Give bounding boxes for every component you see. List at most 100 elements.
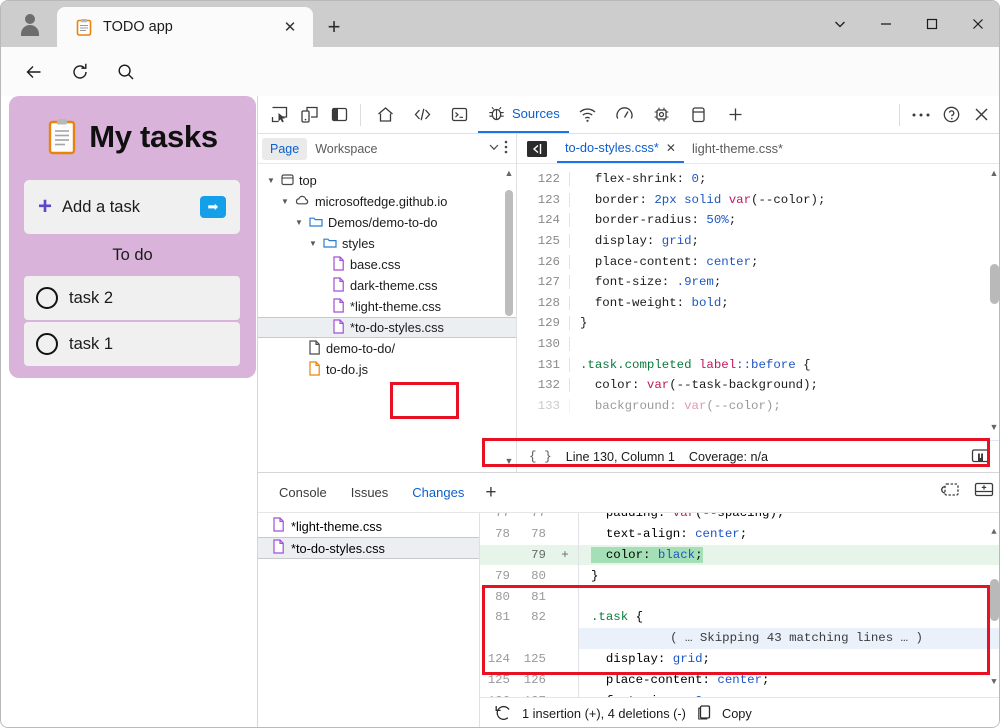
tree-node-label: base.css <box>350 257 401 272</box>
tree-node-folder-demos[interactable]: ▼ Demos/demo-to-do <box>258 212 516 233</box>
chevron-down-icon[interactable]: ▼ <box>280 197 290 206</box>
scrollbar-thumb[interactable] <box>505 190 513 316</box>
tab-sources-label: Sources <box>512 106 560 121</box>
minimize-icon[interactable] <box>863 1 909 47</box>
navigator-scrollbar[interactable]: ▲ ▼ <box>504 168 514 468</box>
tree-node-demo-to-do[interactable]: demo-to-do/ <box>258 338 516 359</box>
console-settings-icon[interactable] <box>940 481 960 503</box>
tab-close-icon[interactable]: ✕ <box>277 14 303 40</box>
list-item[interactable]: task 1 <box>24 322 240 366</box>
source-editor: to-do-styles.css* ✕ light-theme.css* 122… <box>517 134 1000 472</box>
dock-drawer-icon[interactable] <box>974 481 994 503</box>
new-tab-button[interactable]: + <box>319 13 349 41</box>
tree-node-folder-styles[interactable]: ▼ styles <box>258 233 516 254</box>
skipped-lines-label[interactable]: ( … Skipping 43 matching lines … ) <box>578 628 1000 649</box>
navigator-toggle-icon[interactable] <box>524 138 550 160</box>
copy-button-label[interactable]: Copy <box>722 706 752 721</box>
list-item[interactable]: *light-theme.css <box>258 515 479 537</box>
folder-icon <box>323 236 337 252</box>
task-checkbox-icon[interactable] <box>36 287 58 309</box>
tab-network[interactable] <box>569 96 606 133</box>
scrollbar-thumb[interactable] <box>990 264 999 304</box>
close-icon[interactable]: ✕ <box>666 141 676 155</box>
list-item[interactable]: task 2 <box>24 276 240 320</box>
editor-scrollbar[interactable]: ▲ ▼ <box>989 168 1000 436</box>
ellipsis-icon[interactable] <box>906 100 936 130</box>
code-text: flex-shrink: 0; <box>569 172 706 186</box>
file-tree: ▼ top ▼ microsoftedge.github.io ▼ <box>258 164 516 380</box>
scroll-down-icon[interactable]: ▼ <box>989 422 999 432</box>
close-icon[interactable] <box>966 100 996 130</box>
tree-node-to-do-styles-css[interactable]: *to-do-styles.css <box>258 317 516 338</box>
chevron-down-icon[interactable]: ▼ <box>266 176 276 185</box>
editor-tab-label: light-theme.css* <box>692 141 783 156</box>
tab-issues[interactable]: Issues <box>340 477 400 508</box>
device-toolbar-icon[interactable] <box>294 100 324 130</box>
css-file-icon <box>272 539 285 557</box>
dock-side-icon[interactable] <box>324 100 354 130</box>
scrollbar-thumb[interactable] <box>990 579 999 621</box>
scroll-down-icon[interactable]: ▼ <box>989 677 999 687</box>
diff-code: color: black; <box>578 545 1000 566</box>
chevron-down-icon[interactable]: ▼ <box>308 239 318 248</box>
content-area: My tasks + Add a task ➡ To do task 2 tas… <box>1 96 1000 728</box>
tab-home[interactable] <box>367 96 404 133</box>
diff-old-line: 79 <box>480 569 516 583</box>
nav-tab-page[interactable]: Page <box>262 138 307 160</box>
tree-node-to-do-js[interactable]: to-do.js <box>258 359 516 380</box>
reload-icon[interactable] <box>63 55 97 89</box>
task-checkbox-icon[interactable] <box>36 333 58 355</box>
tree-node-top[interactable]: ▼ top <box>258 170 516 191</box>
chevron-down-icon[interactable] <box>488 141 504 156</box>
pretty-print-icon[interactable]: { } <box>529 450 552 464</box>
source-map-icon[interactable] <box>971 447 990 467</box>
profile-button[interactable] <box>9 7 51 41</box>
tab-memory[interactable] <box>643 96 680 133</box>
editor-tab-to-do-styles[interactable]: to-do-styles.css* ✕ <box>557 134 684 163</box>
code-view[interactable]: 122 flex-shrink: 0; 123 border: 2px soli… <box>517 164 1000 440</box>
back-arrow-icon[interactable] <box>17 55 51 89</box>
help-icon[interactable] <box>936 100 966 130</box>
list-item[interactable]: *to-do-styles.css <box>258 537 479 559</box>
tab-sources[interactable]: Sources <box>478 96 569 133</box>
tree-node-base-css[interactable]: base.css <box>258 254 516 275</box>
tab-console[interactable]: Console <box>268 477 338 508</box>
tree-node-origin[interactable]: ▼ microsoftedge.github.io <box>258 191 516 212</box>
changes-summary: 1 insertion (+), 4 deletions (-) <box>522 706 686 721</box>
diff-sign: + <box>552 548 578 562</box>
scroll-down-icon[interactable]: ▼ <box>504 456 514 466</box>
scroll-up-icon[interactable]: ▲ <box>989 527 999 537</box>
submit-task-button[interactable]: ➡ <box>200 196 226 218</box>
inspect-icon[interactable] <box>264 100 294 130</box>
browser-tab[interactable]: TODO app ✕ <box>57 7 313 47</box>
tab-changes[interactable]: Changes <box>401 477 475 508</box>
copy-icon[interactable] <box>696 704 712 724</box>
tab-console[interactable] <box>441 96 478 133</box>
chevron-down-icon[interactable]: ▼ <box>294 218 304 227</box>
diff-row: 124125 display: grid; <box>480 649 1000 670</box>
chevron-down-icon[interactable] <box>817 1 863 47</box>
nav-tab-workspace[interactable]: Workspace <box>307 138 385 160</box>
close-icon[interactable] <box>955 1 1000 47</box>
scroll-up-icon[interactable]: ▲ <box>504 168 514 178</box>
diff-scrollbar[interactable]: ▲ ▼ <box>989 517 1000 693</box>
tab-title: TODO app <box>103 19 277 35</box>
todo-section-label: To do <box>9 246 256 265</box>
add-task-input[interactable]: + Add a task ➡ <box>24 180 240 234</box>
more-vertical-icon[interactable] <box>504 139 516 158</box>
tree-node-label: *light-theme.css <box>350 299 441 314</box>
tree-node-dark-theme-css[interactable]: dark-theme.css <box>258 275 516 296</box>
tree-node-light-theme-css[interactable]: *light-theme.css <box>258 296 516 317</box>
maximize-icon[interactable] <box>909 1 955 47</box>
diff-view[interactable]: 7777 padding: var(--spacing); 7878 text-… <box>480 513 1000 697</box>
tab-performance[interactable] <box>606 96 643 133</box>
tab-elements[interactable] <box>404 96 441 133</box>
code-line: 127 font-size: .9rem; <box>517 272 1000 293</box>
search-icon[interactable] <box>109 55 143 89</box>
add-drawer-tab-icon[interactable]: + <box>477 482 504 504</box>
tab-application[interactable] <box>680 96 717 133</box>
scroll-up-icon[interactable]: ▲ <box>989 168 999 178</box>
add-panel-icon[interactable] <box>717 96 754 133</box>
revert-icon[interactable] <box>494 704 512 724</box>
editor-tab-light-theme[interactable]: light-theme.css* <box>684 134 791 163</box>
